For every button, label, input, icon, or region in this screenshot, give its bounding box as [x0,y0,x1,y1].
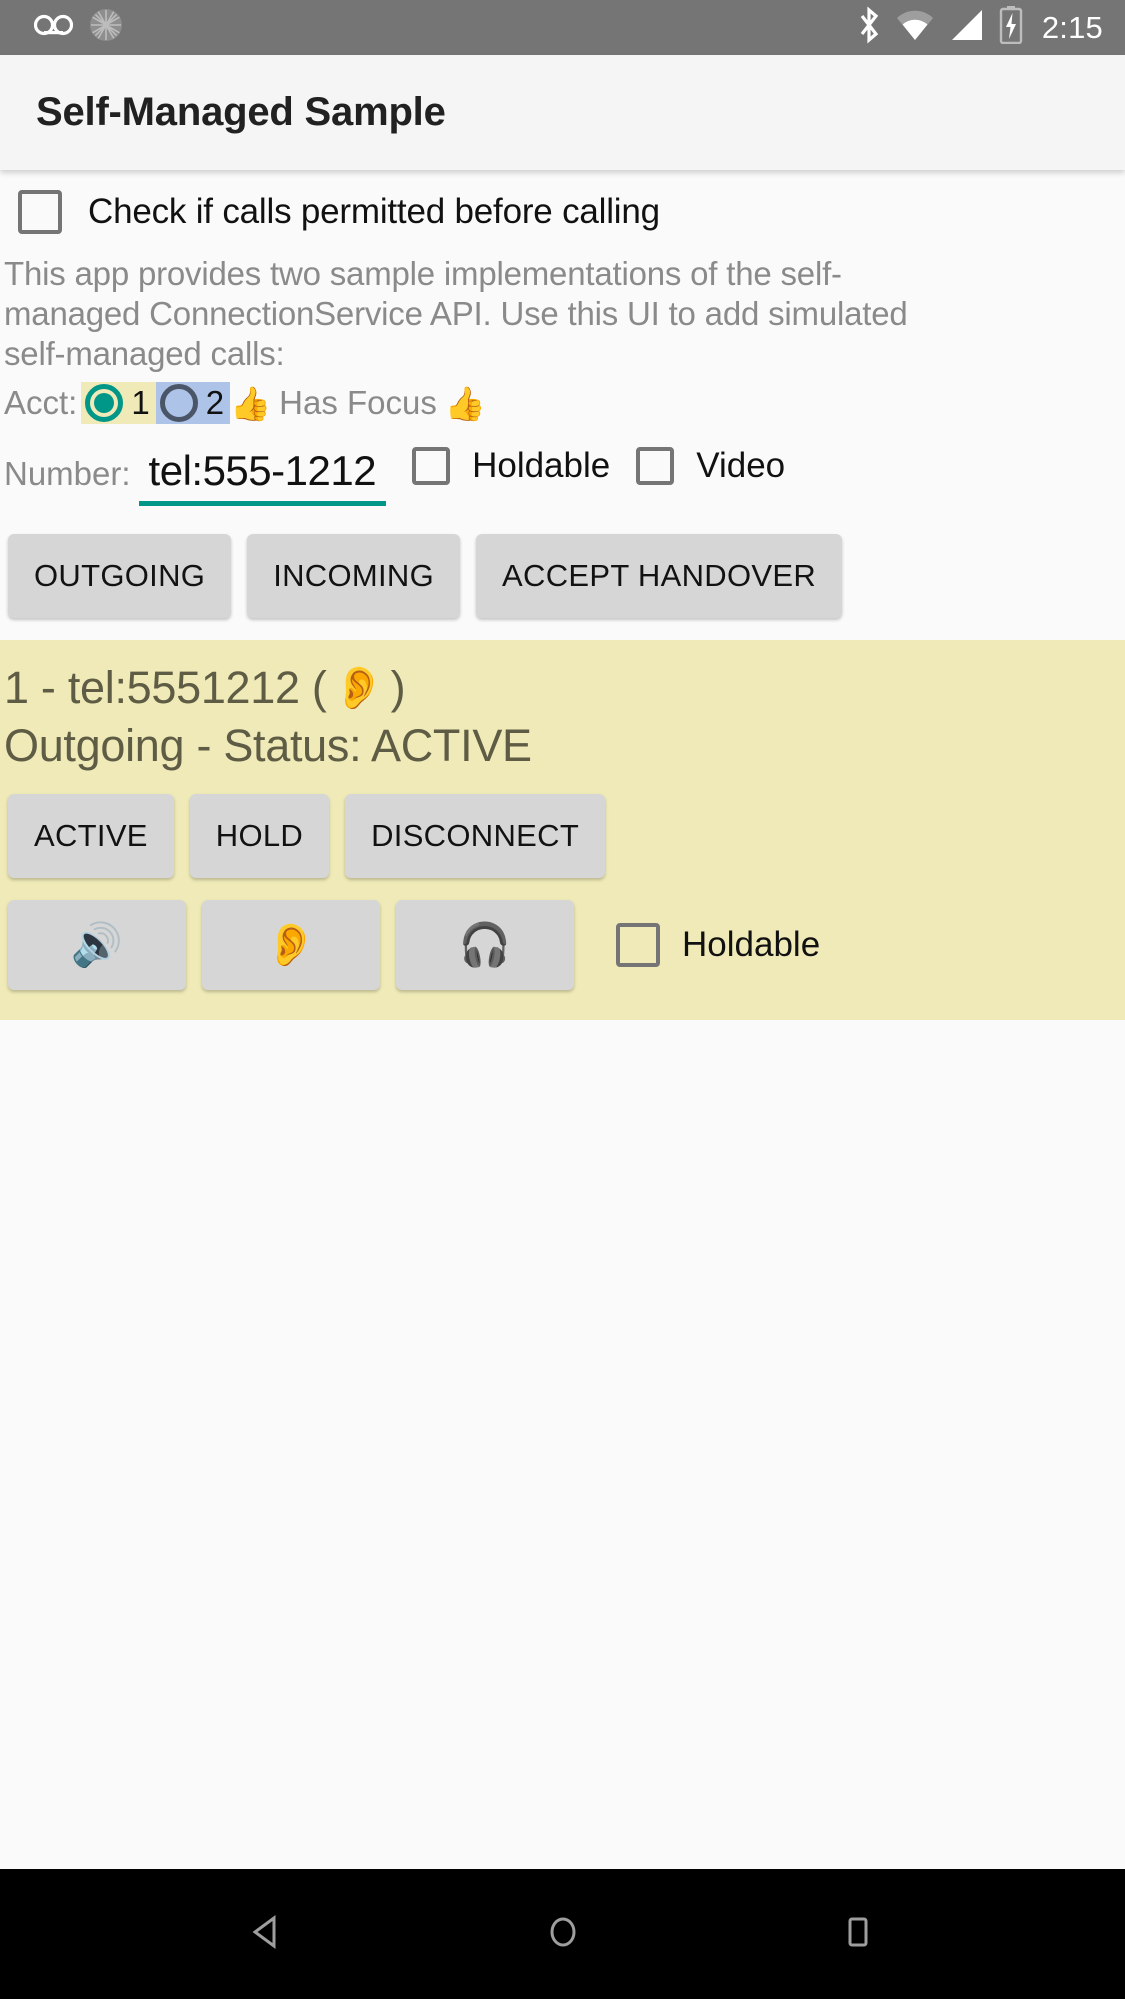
status-bar-left-icons [33,7,124,48]
status-bar-right-icons: 2:15 [856,6,1103,49]
speaker-icon: 🔊 [70,920,124,968]
call-holdable-checkbox[interactable] [616,923,660,967]
call-audio-buttons: 🔊 👂 🎧 Holdable [0,878,1125,990]
status-bar: 2:15 [0,0,1125,55]
voicemail-icon [33,12,74,43]
radio-dot [94,393,115,413]
account-selector-row[interactable]: Acct: 1 2 👍 Has Focus 👍 [0,374,1125,424]
holdable-label: Holdable [472,446,611,485]
phone-screen: 2:15 Self-Managed Sample Check if calls … [0,0,1125,1999]
headphones-icon: 🎧 [458,920,512,968]
bluetooth-icon [856,6,882,49]
call-holdable-label: Holdable [682,925,821,964]
speaker-button[interactable]: 🔊 [8,900,186,990]
wifi-icon [895,8,935,47]
thumbs-up-icon-right: 👍 [444,384,486,422]
permission-check-row[interactable]: Check if calls permitted before calling [0,170,1125,240]
number-row[interactable]: Number: tel:555-1212 Holdable Video [0,424,1125,506]
headset-button[interactable]: 🎧 [396,900,574,990]
battery-charging-icon [999,6,1023,49]
call-action-buttons: OUTGOING INCOMING ACCEPT HANDOVER [0,506,1125,640]
home-icon[interactable] [539,1908,587,1961]
account-radio-1-label: 1 [131,384,150,421]
thumbs-up-icon-left: 👍 [230,384,272,422]
call-holdable-check-row[interactable]: Holdable [616,923,820,967]
account-radio-2-label: 2 [205,384,225,421]
main-content: Check if calls permitted before calling … [0,170,1125,1020]
call-identity-prefix: 1 - tel:5551212 ( [4,662,327,713]
recents-icon[interactable] [834,1908,882,1961]
hold-button[interactable]: HOLD [189,794,330,878]
signal-icon [948,8,986,47]
call-status-line: Outgoing - Status: ACTIVE [4,720,532,771]
ear-icon: 👂 [264,920,318,968]
account-radio-2[interactable]: 2 [155,382,231,424]
sync-circle-icon [88,7,124,48]
radio-selected-icon [85,384,124,422]
radio-unselected-icon [159,384,198,422]
call-identity-line: 1 - tel:5551212 ( 👂 ) [0,656,1125,714]
app-description: This app provides two sample implementat… [4,255,908,372]
number-label: Number: [4,455,131,492]
incoming-button[interactable]: INCOMING [247,534,461,618]
accept-handover-button[interactable]: ACCEPT HANDOVER [476,534,843,618]
check-permitted-label: Check if calls permitted before calling [88,192,660,231]
account-label: Acct: [4,384,78,421]
number-input[interactable]: tel:555-1212 [138,447,387,506]
call-card: 1 - tel:5551212 ( 👂 ) Outgoing - Status:… [0,640,1125,1020]
video-checkbox[interactable] [636,447,675,485]
holdable-checkbox[interactable] [412,447,451,485]
back-icon[interactable] [244,1908,292,1961]
video-label: Video [696,446,786,485]
earpiece-button[interactable]: 👂 [202,900,380,990]
page-title: Self-Managed Sample [36,90,446,134]
app-bar: Self-Managed Sample [0,55,1125,170]
disconnect-button[interactable]: DISCONNECT [345,794,606,878]
video-check-row[interactable]: Video [636,446,785,486]
active-button[interactable]: ACTIVE [8,794,174,878]
call-identity-suffix: ) [390,662,406,713]
has-focus-label: Has Focus [279,384,437,421]
call-state-buttons: ACTIVE HOLD DISCONNECT [0,772,1125,878]
status-bar-clock: 2:15 [1041,9,1103,45]
holdable-check-row[interactable]: Holdable [412,446,610,486]
outgoing-button[interactable]: OUTGOING [8,534,232,618]
android-nav-bar [0,1869,1125,1999]
check-permitted-checkbox[interactable] [18,190,62,234]
ear-icon: 👂 [332,663,385,711]
account-radio-group[interactable]: 1 2 [81,382,231,424]
account-radio-1[interactable]: 1 [81,382,156,424]
